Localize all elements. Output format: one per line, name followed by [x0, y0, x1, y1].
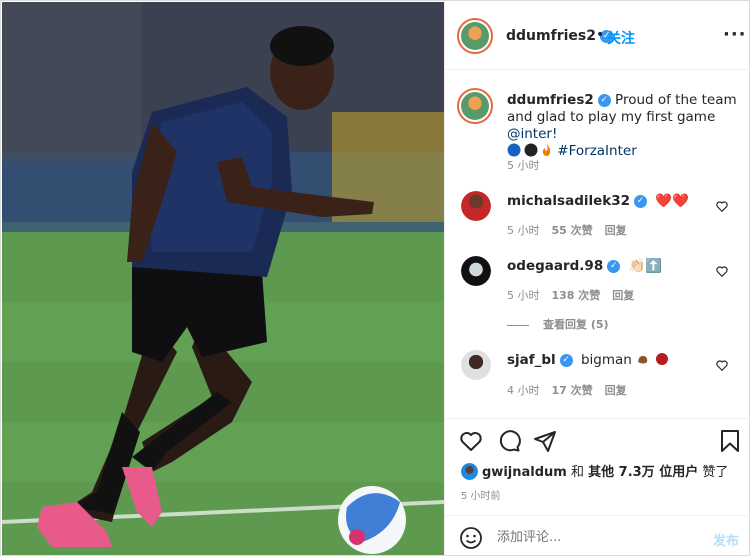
comment-time[interactable]: 5 小时: [507, 224, 540, 237]
comment-item: sjaf_bl ✓ bigman: [507, 352, 670, 368]
verified-icon: ✓: [607, 259, 621, 273]
share-icon[interactable]: [533, 429, 557, 453]
comment-meta: 4 小时 17 次赞 回复: [507, 382, 627, 398]
heart-icon[interactable]: [459, 429, 483, 453]
comment-emojis: [636, 352, 670, 368]
more-options-icon[interactable]: ···: [723, 24, 747, 45]
comment-likes[interactable]: 138 次赞: [552, 289, 601, 302]
verified-icon: ✓: [597, 93, 611, 107]
reply-button[interactable]: 回复: [605, 224, 627, 237]
comment-username[interactable]: odegaard.98: [507, 258, 603, 274]
post-window: ddumfries2 ✓ • 关注 ··· ddumfries2 ✓ Proud o…: [0, 0, 750, 556]
bookmark-icon[interactable]: [719, 429, 741, 453]
comment-like-icon[interactable]: [715, 358, 729, 372]
author-username-text[interactable]: ddumfries2: [506, 28, 596, 44]
likes-others[interactable]: 其他 7.3万 位用户: [588, 465, 698, 480]
comment-likes[interactable]: 55 次赞: [552, 224, 593, 237]
caption-time[interactable]: 5 小时: [507, 157, 540, 173]
follow-button[interactable]: 关注: [607, 28, 635, 48]
comment-meta: 5 小时 138 次赞 回复: [507, 287, 634, 303]
comment-item: michalsadilek32 ✓ ❤️❤️: [507, 193, 689, 209]
likes-summary: gwijnaldum 和 其他 7.3万 位用户 赞了: [461, 461, 728, 480]
comment-text: bigman: [580, 352, 632, 368]
comment-avatar[interactable]: [461, 256, 491, 286]
view-replies-label[interactable]: 查看回复 (5): [543, 318, 609, 331]
verified-icon: ✓: [634, 194, 648, 208]
add-comment-input[interactable]: [497, 530, 687, 545]
post-caption: ddumfries2 ✓ Proud of the team and glad t…: [507, 92, 737, 160]
comment-time[interactable]: 5 小时: [507, 289, 540, 302]
caption-avatar[interactable]: [457, 88, 493, 124]
add-comment-bar: 发布: [445, 515, 750, 559]
caption-hashtag[interactable]: #ForzaInter: [557, 143, 636, 159]
reply-button[interactable]: 回复: [612, 289, 634, 302]
header-separator: •: [596, 27, 605, 43]
likes-suffix: 赞了: [702, 465, 729, 480]
post-timestamp[interactable]: 5 小时前: [461, 487, 501, 502]
post-side-panel: ddumfries2 ✓ • 关注 ··· ddumfries2 ✓ Proud o…: [444, 2, 750, 555]
comment-icon[interactable]: [497, 429, 521, 453]
emoji-icon[interactable]: [459, 526, 483, 550]
comment-like-icon[interactable]: [715, 199, 729, 213]
verified-icon: ✓: [559, 353, 573, 367]
comment-item: odegaard.98 ✓ 👏🏻⬆️: [507, 258, 662, 274]
caption-mention[interactable]: @inter!: [507, 126, 557, 142]
comment-avatar[interactable]: [461, 350, 491, 380]
likes-and: 和: [570, 465, 584, 480]
post-actions: gwijnaldum 和 其他 7.3万 位用户 赞了 5 小时前 发布: [445, 418, 750, 558]
post-photo[interactable]: [2, 2, 444, 555]
comment-likes[interactable]: 17 次赞: [552, 384, 593, 397]
comment-username[interactable]: michalsadilek32: [507, 193, 630, 209]
reply-button[interactable]: 回复: [605, 384, 627, 397]
liker-avatar[interactable]: [461, 463, 478, 480]
replies-divider: [507, 324, 529, 326]
comment-meta: 5 小时 55 次赞 回复: [507, 222, 627, 238]
post-header: ddumfries2 ✓ • 关注 ···: [445, 2, 750, 70]
comment-text: ❤️❤️: [655, 193, 689, 209]
liker-username[interactable]: gwijnaldum: [482, 465, 567, 480]
comment-text: 👏🏻⬆️: [628, 258, 663, 274]
author-avatar[interactable]: [457, 18, 493, 54]
comment-avatar[interactable]: [461, 191, 491, 221]
comment-username[interactable]: sjaf_bl: [507, 352, 556, 368]
comment-time[interactable]: 4 小时: [507, 384, 540, 397]
view-replies-button[interactable]: 查看回复 (5): [507, 316, 609, 332]
football-player-image: [2, 2, 444, 555]
post-comment-button[interactable]: 发布: [713, 530, 739, 549]
comment-like-icon[interactable]: [715, 264, 729, 278]
caption-username[interactable]: ddumfries2: [507, 92, 594, 108]
